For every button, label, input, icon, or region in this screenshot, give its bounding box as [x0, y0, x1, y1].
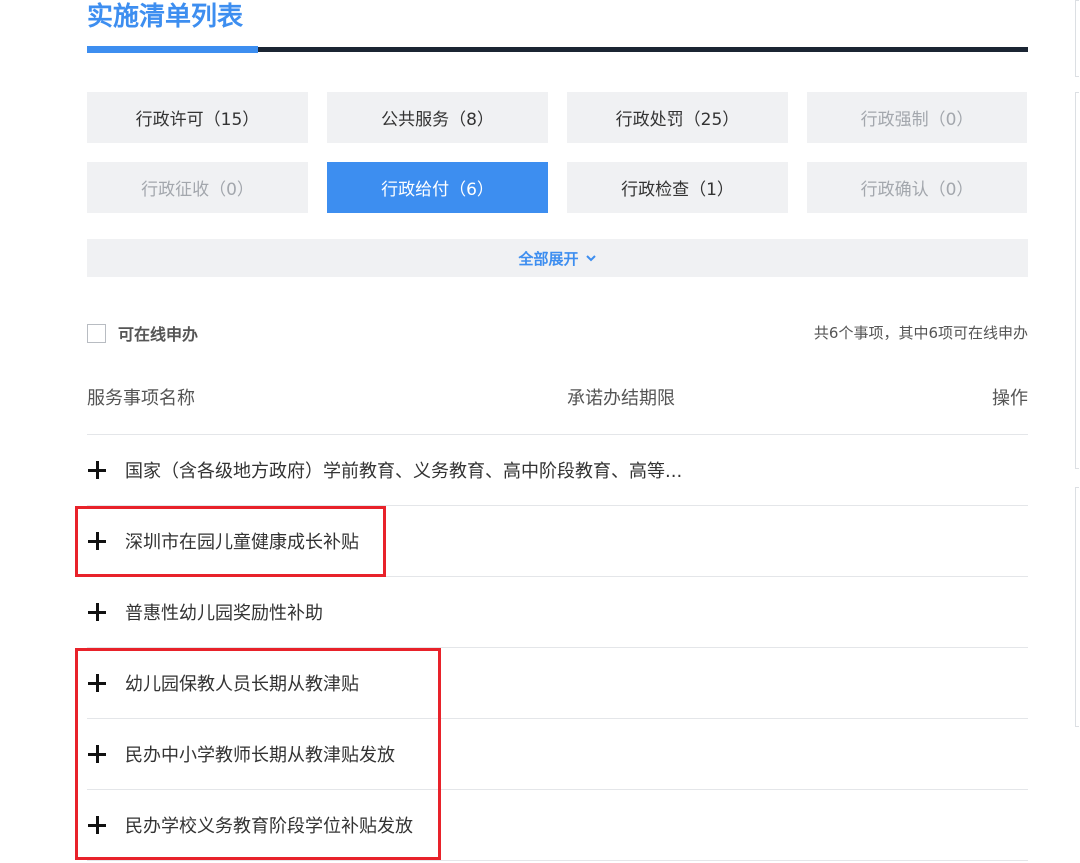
online-filter[interactable]: 可在线申办	[87, 322, 198, 344]
category-tab-xingzheng-qiangzhi[interactable]: 行政强制（0）	[807, 92, 1027, 143]
category-tab-xingzheng-geifu[interactable]: 行政给付（6）	[327, 162, 548, 213]
column-header-name: 服务事项名称	[87, 388, 195, 409]
table-row: 幼儿园保教人员长期从教津贴	[87, 648, 1028, 719]
plus-icon[interactable]	[88, 603, 106, 621]
category-tab-xingzheng-zhengshou[interactable]: 行政征收（0）	[87, 162, 308, 213]
service-item-name[interactable]: 深圳市在园儿童健康成长补贴	[125, 528, 359, 554]
category-grid: 行政许可（15） 公共服务（8） 行政处罚（25） 行政强制（0） 行政征收（0…	[87, 92, 1028, 213]
plus-icon[interactable]	[88, 816, 106, 834]
category-tab-gonggong-fuwu[interactable]: 公共服务（8）	[327, 92, 548, 143]
column-header-limit: 承诺办结期限	[567, 388, 675, 409]
service-list: 国家（含各级地方政府）学前教育、义务教育、高中阶段教育、高等... 深圳市在园儿…	[87, 435, 1028, 861]
expand-all-button[interactable]: 全部展开	[87, 239, 1028, 277]
plus-icon[interactable]	[88, 461, 106, 479]
category-tab-xingzheng-chufa[interactable]: 行政处罚（25）	[567, 92, 788, 143]
title-underline-accent	[87, 46, 258, 53]
service-item-name[interactable]: 幼儿园保教人员长期从教津贴	[125, 670, 359, 696]
column-header-operation: 操作	[992, 388, 1028, 409]
category-tab-xingzheng-queren[interactable]: 行政确认（0）	[807, 162, 1027, 213]
title-underline	[87, 46, 1028, 53]
plus-icon[interactable]	[88, 532, 106, 550]
table-row: 民办中小学教师长期从教津贴发放	[87, 719, 1028, 790]
service-item-name[interactable]: 普惠性幼儿园奖励性补助	[125, 599, 323, 625]
side-panel-edge	[1075, 487, 1079, 727]
side-panel-edge	[1075, 92, 1079, 469]
page: 实施清单列表 行政许可（15） 公共服务（8） 行政处罚（25） 行政强制（0）…	[0, 0, 1080, 863]
category-tab-xingzheng-jiancha[interactable]: 行政检查（1）	[567, 162, 788, 213]
plus-icon[interactable]	[88, 745, 106, 763]
plus-icon[interactable]	[88, 674, 106, 692]
service-item-name[interactable]: 民办中小学教师长期从教津贴发放	[125, 741, 395, 767]
chevron-down-icon	[585, 255, 596, 262]
online-checkbox[interactable]	[87, 323, 106, 343]
title-underline-rule	[258, 47, 1028, 52]
table-row: 国家（含各级地方政府）学前教育、义务教育、高中阶段教育、高等...	[87, 435, 1028, 506]
online-filter-label: 可在线申办	[118, 325, 199, 344]
page-title: 实施清单列表	[87, 2, 244, 32]
table-row: 民办学校义务教育阶段学位补贴发放	[87, 790, 1028, 861]
items-summary: 共6个事项，其中6项可在线申办	[813, 324, 1028, 342]
category-tab-xingzheng-xuke[interactable]: 行政许可（15）	[87, 92, 308, 143]
expand-all-label: 全部展开	[518, 249, 579, 268]
table-row: 深圳市在园儿童健康成长补贴	[87, 506, 1028, 577]
service-item-name[interactable]: 国家（含各级地方政府）学前教育、义务教育、高中阶段教育、高等...	[125, 457, 682, 483]
side-panel-edge	[1075, 0, 1079, 77]
service-item-name[interactable]: 民办学校义务教育阶段学位补贴发放	[125, 812, 413, 838]
table-row: 普惠性幼儿园奖励性补助	[87, 577, 1028, 648]
